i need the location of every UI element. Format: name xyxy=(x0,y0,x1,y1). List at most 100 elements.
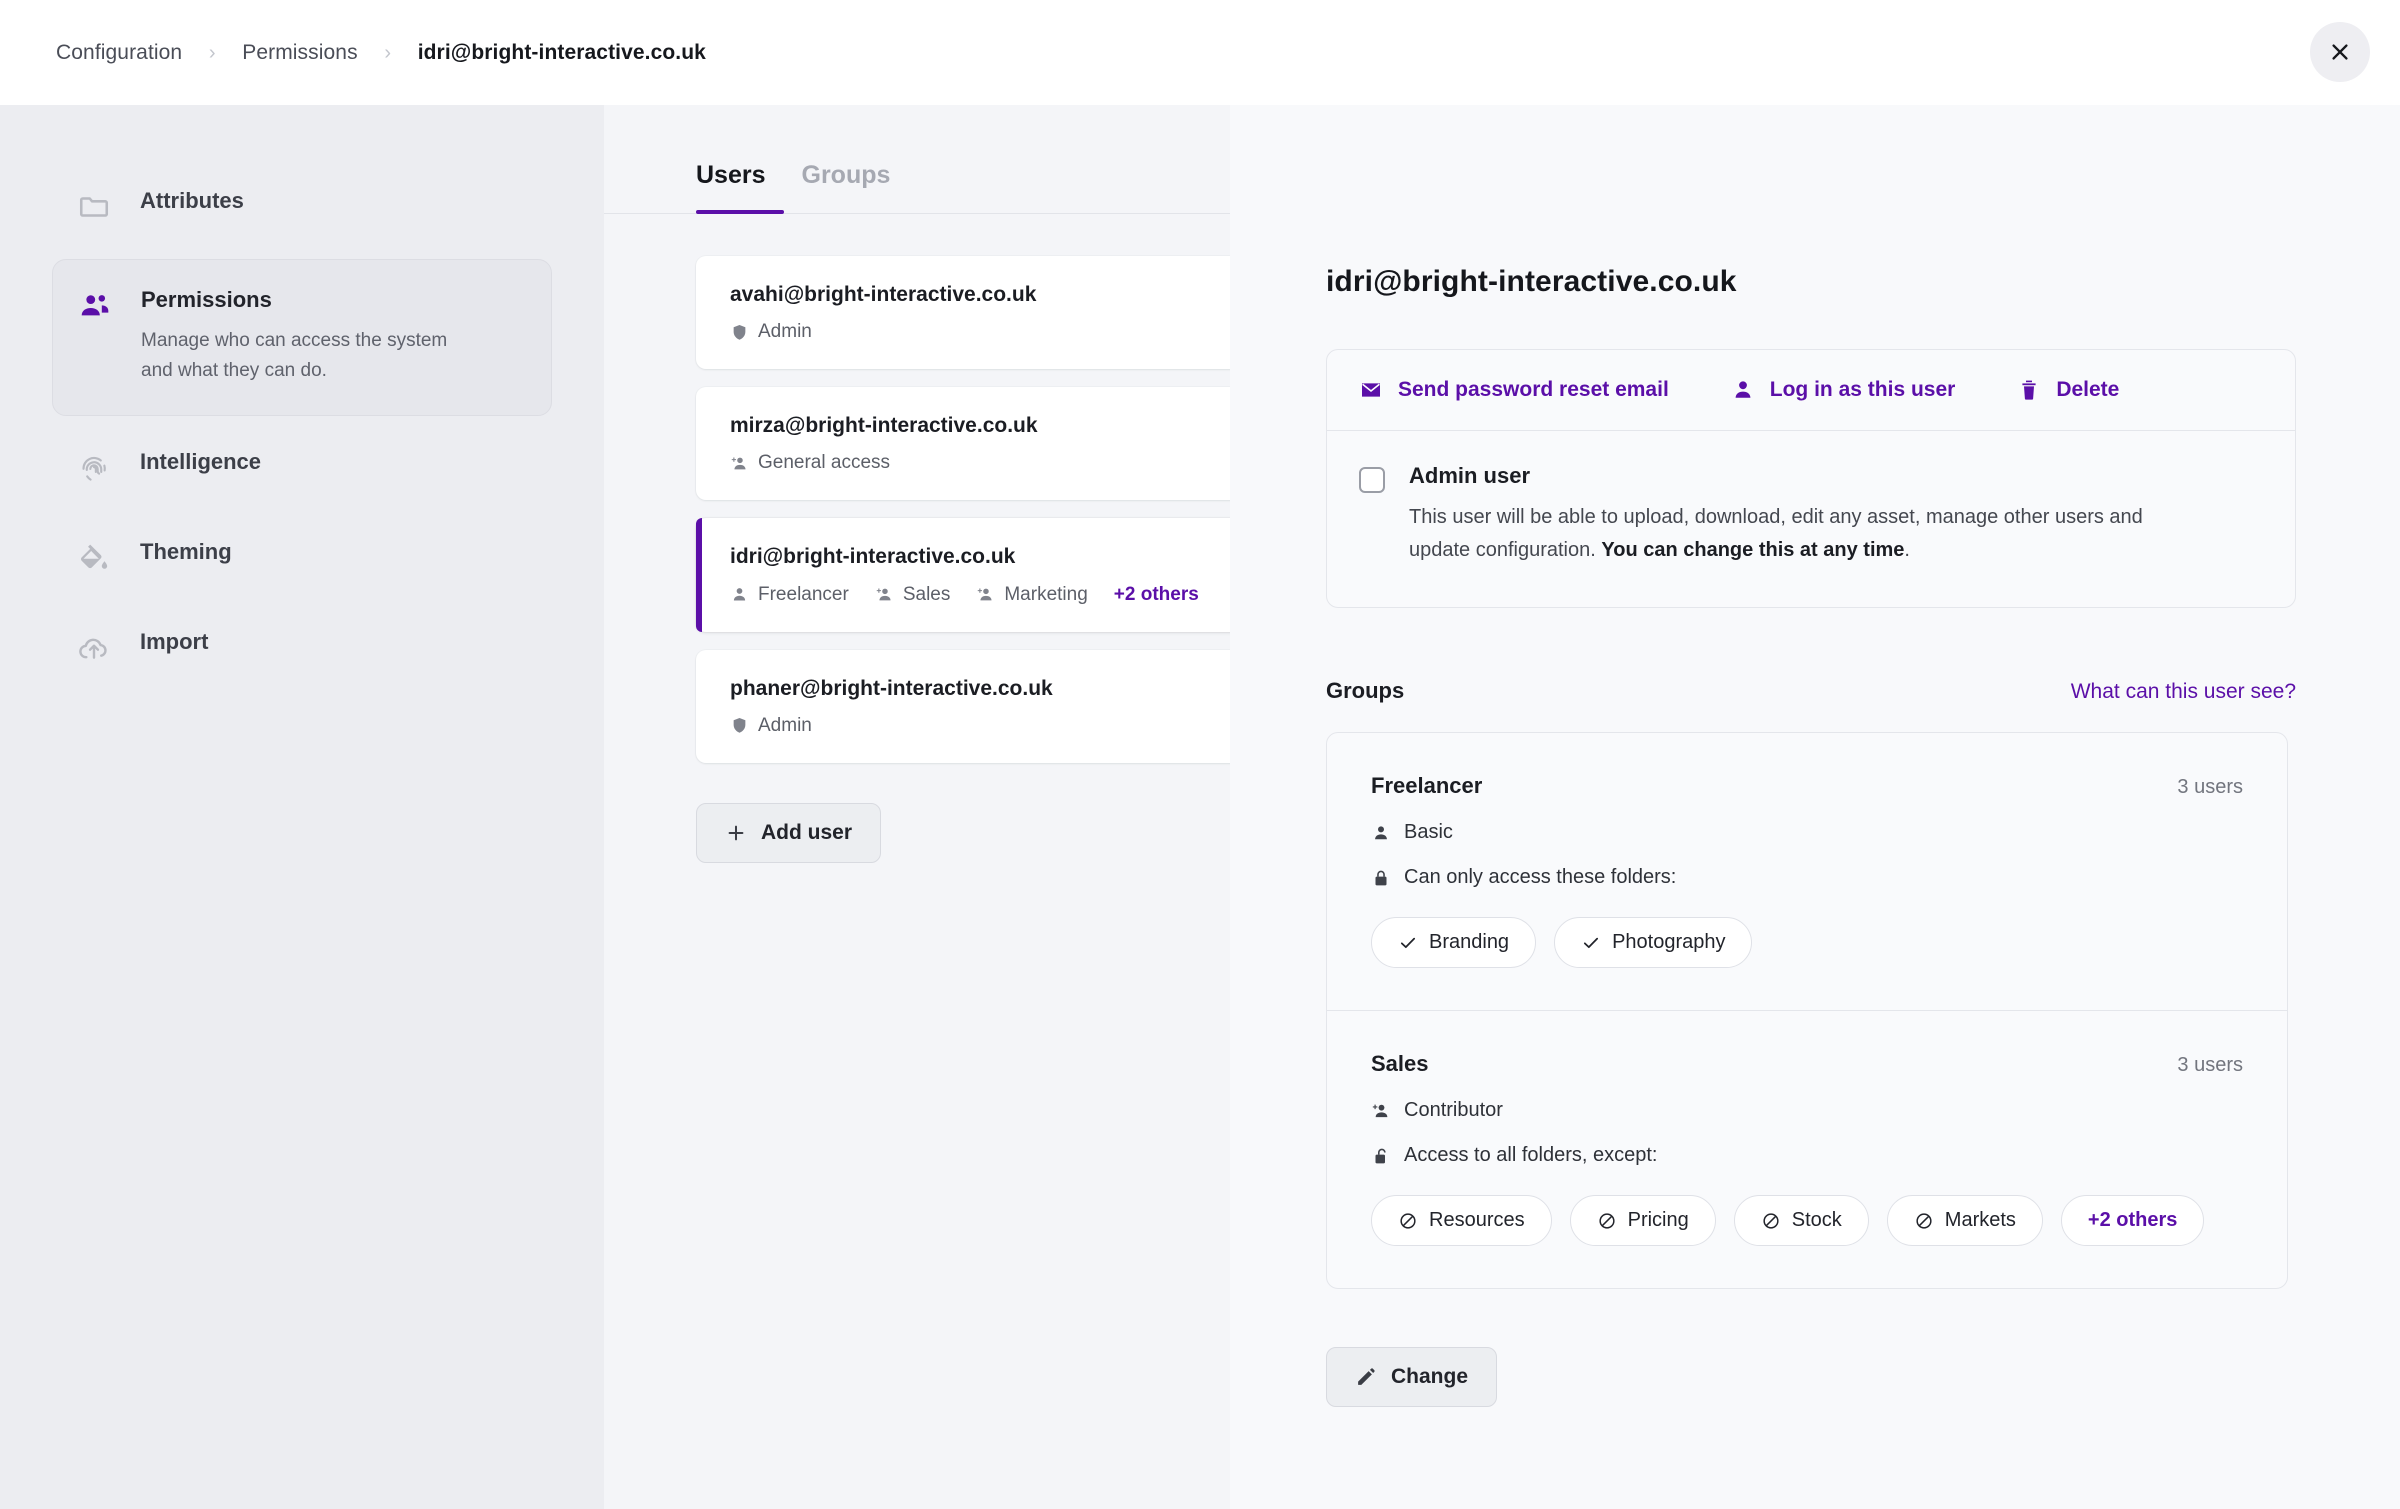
block-icon xyxy=(1597,1211,1617,1231)
user-detail-panel: idri@bright-interactive.co.uk Send passw… xyxy=(1230,105,2400,1509)
pencil-icon xyxy=(1355,1366,1377,1388)
delete-user-button[interactable]: Delete xyxy=(2017,378,2119,402)
user-email: idri@bright-interactive.co.uk xyxy=(730,544,1230,569)
group-access-line: Access to all folders, except: xyxy=(1371,1144,2243,1167)
users-list-panel: Users Groups avahi@bright-interactive.co… xyxy=(604,105,1230,1509)
user-role-label: General access xyxy=(758,452,890,474)
fingerprint-icon xyxy=(74,448,114,488)
group-role-line: Basic xyxy=(1371,821,2243,844)
sidebar-item-theming[interactable]: Theming xyxy=(52,520,552,596)
add-user-button[interactable]: Add user xyxy=(696,803,881,863)
folder-chip[interactable]: Branding xyxy=(1371,917,1536,968)
check-icon xyxy=(1398,933,1418,953)
group-name: Freelancer xyxy=(1371,773,1482,799)
folder-chip[interactable]: Stock xyxy=(1734,1195,1869,1246)
list-item[interactable]: phaner@bright-interactive.co.uk Admin xyxy=(696,650,1230,763)
group-folder-chips: Branding Photography xyxy=(1371,917,2243,968)
add-user-wrap: Add user xyxy=(604,781,1230,863)
groups-label: Groups xyxy=(1326,678,1404,704)
send-password-reset-button[interactable]: Send password reset email xyxy=(1359,378,1669,402)
group-role-label: Contributor xyxy=(1404,1099,1503,1122)
person-add-icon xyxy=(875,585,894,604)
sidebar-item-label: Permissions xyxy=(141,288,481,312)
group-top: Freelancer 3 users xyxy=(1371,773,2243,799)
person-icon xyxy=(1371,823,1391,843)
lock-open-icon xyxy=(1371,1146,1391,1166)
user-email: phaner@bright-interactive.co.uk xyxy=(730,676,1230,701)
sidebar-item-label: Attributes xyxy=(140,189,244,213)
admin-user-text: Admin user This user will be able to upl… xyxy=(1409,463,2199,567)
user-role: Admin xyxy=(730,715,812,737)
sidebar-item-import[interactable]: Import xyxy=(52,610,552,686)
user-meta: Admin xyxy=(730,715,1230,737)
folder-chip-label: Markets xyxy=(1945,1209,2016,1232)
group-access-line: Can only access these folders: xyxy=(1371,866,2243,889)
group-role-label: Basic xyxy=(1404,821,1453,844)
shield-icon xyxy=(730,716,749,735)
folder-chips-more[interactable]: +2 others xyxy=(2061,1195,2204,1246)
change-label: Change xyxy=(1391,1365,1468,1389)
user-groups-more-link[interactable]: +2 others xyxy=(1114,584,1199,606)
group-folder-chips: Resources Pricing Stock Markets xyxy=(1371,1195,2243,1246)
user-meta: Admin xyxy=(730,321,1230,343)
sidebar-item-label: Intelligence xyxy=(140,450,261,474)
person-add-icon xyxy=(976,585,995,604)
tab-users[interactable]: Users xyxy=(696,161,766,214)
people-icon xyxy=(75,286,115,326)
folder-chip[interactable]: Markets xyxy=(1887,1195,2043,1246)
folder-chip[interactable]: Resources xyxy=(1371,1195,1552,1246)
folder-chip-label: Photography xyxy=(1612,931,1725,954)
change-button[interactable]: Change xyxy=(1326,1347,1497,1407)
group-access-label: Access to all folders, except: xyxy=(1404,1144,1657,1167)
admin-user-label: Admin user xyxy=(1409,463,2199,489)
user-role: Admin xyxy=(730,321,812,343)
breadcrumb-item-permissions[interactable]: Permissions xyxy=(242,41,357,65)
folder-chip[interactable]: Pricing xyxy=(1570,1195,1716,1246)
tab-groups[interactable]: Groups xyxy=(802,161,891,214)
sidebar-item-intelligence[interactable]: Intelligence xyxy=(52,430,552,506)
person-icon xyxy=(730,585,749,604)
list-item[interactable]: mirza@bright-interactive.co.uk General a… xyxy=(696,387,1230,500)
sidebar-item-permissions[interactable]: Permissions Manage who can access the sy… xyxy=(52,259,552,416)
close-button[interactable] xyxy=(2310,22,2370,82)
change-wrap: Change xyxy=(1326,1347,2296,1407)
breadcrumb-item-configuration[interactable]: Configuration xyxy=(56,41,182,65)
breadcrumb: Configuration › Permissions › idri@brigh… xyxy=(0,41,706,65)
detail-content: idri@bright-interactive.co.uk Send passw… xyxy=(1230,105,2400,1407)
user-role-label: Admin xyxy=(758,321,812,343)
user-role: General access xyxy=(730,452,890,474)
admin-user-checkbox[interactable] xyxy=(1359,467,1385,493)
folder-chip-label: Pricing xyxy=(1628,1209,1689,1232)
user-group-label: Freelancer xyxy=(758,584,849,606)
user-actions-bar: Send password reset email Log in as this… xyxy=(1327,350,2295,431)
admin-desc-part2: . xyxy=(1904,539,1910,561)
add-user-label: Add user xyxy=(761,821,852,845)
shield-icon xyxy=(730,323,749,342)
groups-card: Freelancer 3 users Basic xyxy=(1326,732,2288,1289)
user-email: avahi@bright-interactive.co.uk xyxy=(730,282,1230,307)
user-group-marketing: Marketing xyxy=(976,584,1087,606)
group-user-count: 3 users xyxy=(2177,1054,2243,1077)
folder-chip-label: Branding xyxy=(1429,931,1509,954)
lock-closed-icon xyxy=(1371,868,1391,888)
list-item[interactable]: idri@bright-interactive.co.uk Freelancer xyxy=(696,518,1230,631)
user-email: mirza@bright-interactive.co.uk xyxy=(730,413,1230,438)
user-meta: Freelancer Sales Mar xyxy=(730,584,1230,606)
top-bar: Configuration › Permissions › idri@brigh… xyxy=(0,0,2400,105)
folder-chip[interactable]: Photography xyxy=(1554,917,1752,968)
admin-desc-bold: You can change this at any time xyxy=(1601,539,1904,561)
cloud-upload-icon xyxy=(74,628,114,668)
login-as-user-button[interactable]: Log in as this user xyxy=(1731,378,1956,402)
list-tabs: Users Groups xyxy=(604,105,1230,214)
list-item[interactable]: avahi@bright-interactive.co.uk Admin xyxy=(696,256,1230,369)
what-can-user-see-link[interactable]: What can this user see? xyxy=(2071,680,2296,704)
group-section-sales: Sales 3 users Contributor xyxy=(1327,1010,2287,1288)
group-top: Sales 3 users xyxy=(1371,1051,2243,1077)
group-role-line: Contributor xyxy=(1371,1099,2243,1122)
plus-icon xyxy=(725,822,747,844)
user-group-freelancer: Freelancer xyxy=(730,584,849,606)
sidebar-item-attributes[interactable]: Attributes xyxy=(52,169,552,245)
group-user-count: 3 users xyxy=(2177,776,2243,799)
person-add-icon xyxy=(1371,1101,1391,1121)
send-password-reset-label: Send password reset email xyxy=(1398,378,1669,402)
